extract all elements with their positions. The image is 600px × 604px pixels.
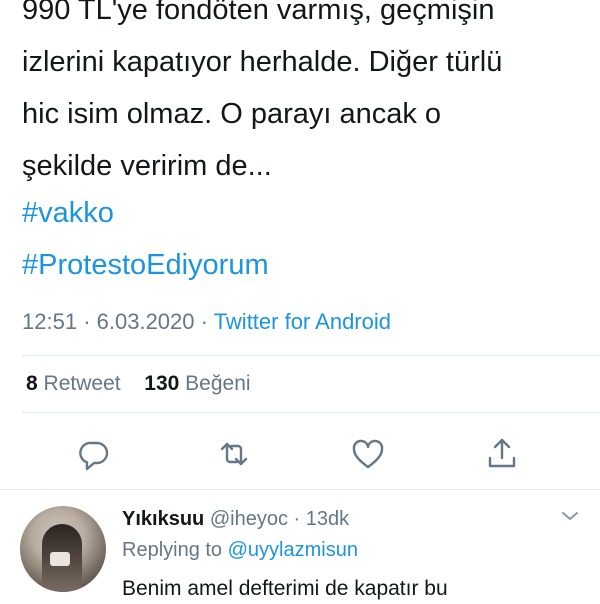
tweet-text-line: hic isim olmaz. O parayı ancak o: [22, 98, 442, 130]
tweet-text: 990 TL'ye fondöten varmış, geçmişin izle…: [22, 0, 582, 192]
retweet-button[interactable]: [214, 434, 254, 474]
reply-button[interactable]: [74, 434, 114, 474]
retweet-icon: [214, 442, 254, 478]
comment-icon: [74, 441, 114, 478]
tweet-meta: 12:51 · 6.03.2020 · Twitter for Android: [22, 304, 391, 340]
replying-to-mention-link[interactable]: @uyylazmisun: [228, 539, 358, 561]
meta-separator: ·: [83, 309, 91, 334]
like-count: 130: [144, 372, 180, 395]
hashtag-vakko-link[interactable]: #vakko: [22, 187, 269, 239]
tweet-source-link[interactable]: Twitter for Android: [214, 309, 391, 334]
retweet-label: Retweet: [43, 372, 121, 395]
reply-header: Yıkıksuu @iheyoc · 13dk: [122, 504, 349, 534]
tweet-text-line: şekilde veririm de...: [22, 150, 272, 182]
share-icon: [482, 438, 522, 478]
tweet-time: 12:51: [22, 309, 78, 334]
like-count-link[interactable]: 130 Beğeni: [144, 372, 250, 395]
like-button[interactable]: [348, 434, 388, 474]
hashtag-list: #vakko #ProtestoEdiyorum: [22, 187, 269, 291]
avatar[interactable]: [20, 506, 106, 592]
hashtag-protestoediyorum-link[interactable]: #ProtestoEdiyorum: [22, 239, 269, 291]
replying-to: Replying to @uyylazmisun: [122, 535, 358, 565]
retweet-count: 8: [26, 372, 38, 395]
heart-icon: [348, 439, 388, 478]
replying-prefix: Replying to: [122, 539, 223, 561]
divider: [22, 412, 600, 413]
meta-separator: ·: [200, 309, 208, 334]
tweet-text-line: izlerini kapatıyor herhalde. Diğer türlü: [22, 46, 503, 78]
retweet-count-link[interactable]: 8 Retweet: [26, 372, 126, 395]
share-button[interactable]: [482, 434, 522, 474]
reply-handle: @iheyoc: [209, 508, 288, 530]
meta-separator: ·: [293, 508, 301, 530]
reply-tweet[interactable]: Yıkıksuu @iheyoc · 13dk Replying to @uyy…: [0, 490, 600, 600]
tweet-date: 6.03.2020: [96, 309, 195, 334]
tweet-action-bar: [0, 434, 600, 474]
divider: [22, 355, 600, 356]
tweet-text-line: 990 TL'ye fondöten varmış, geçmişin: [22, 0, 495, 26]
reply-time: 13dk: [305, 508, 350, 530]
engagement-counts: 8 Retweet 130 Beğeni: [26, 369, 251, 399]
reply-display-name[interactable]: Yıkıksuu: [122, 508, 204, 530]
like-label: Beğeni: [185, 372, 251, 395]
chevron-down-icon[interactable]: [560, 508, 580, 524]
